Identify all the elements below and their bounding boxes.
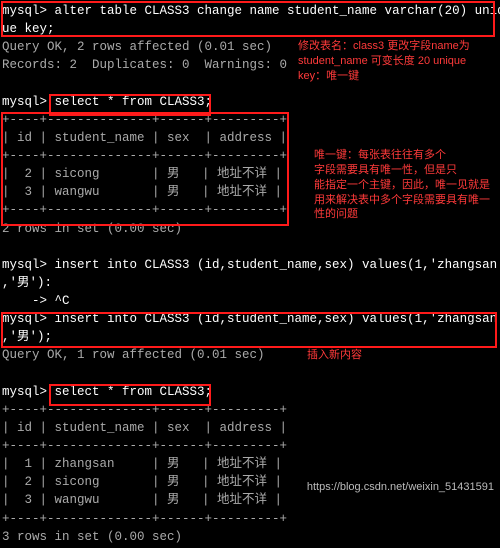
annotation-text: 插入新内容	[307, 348, 362, 363]
line: Records: 2 Duplicates: 0 Warnings: 0	[2, 58, 287, 72]
line: | 1 | zhangsan | 男 | 地址不详 |	[2, 457, 282, 471]
line: Query OK, 2 rows affected (0.01 sec)	[2, 40, 272, 54]
line: 3 rows in set (0.00 sec)	[2, 530, 182, 544]
line: | 2 | sicong | 男 | 地址不详 |	[2, 475, 282, 489]
highlight-box	[1, 112, 289, 226]
line: Query OK, 1 row affected (0.01 sec)	[2, 348, 265, 362]
annotation-text: 唯一键：每张表往往有多个 字段需要具有唯一性，但是只 能指定一个主键，因此，唯一…	[314, 148, 500, 222]
highlight-box	[49, 384, 211, 406]
line: | id | student_name | sex | address |	[2, 421, 287, 435]
line: +----+--------------+------+---------+	[2, 512, 287, 526]
line: -> ^C	[2, 294, 70, 308]
line: ,'男'):	[2, 276, 52, 290]
annotation-text: 修改表名：class3 更改字段name为 student_name 可变长度 …	[298, 39, 498, 84]
line: +----+--------------+------+---------+	[2, 439, 287, 453]
highlight-box	[1, 312, 497, 348]
highlight-box	[1, 1, 495, 37]
watermark-text: https://blog.csdn.net/weixin_51431591	[307, 480, 494, 496]
line: | 3 | wangwu | 男 | 地址不详 |	[2, 493, 282, 507]
line: mysql> insert into CLASS3 (id,student_na…	[2, 258, 500, 272]
